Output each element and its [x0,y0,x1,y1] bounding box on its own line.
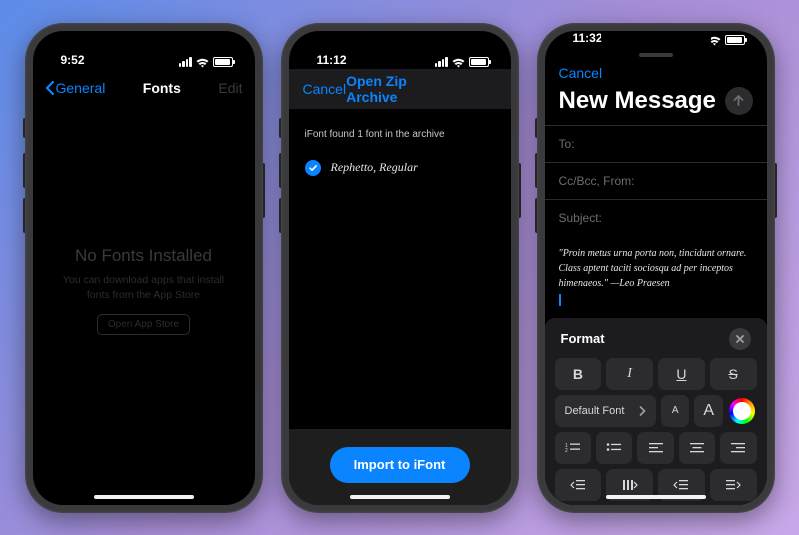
battery-icon [213,57,233,67]
outdent-icon [570,479,586,491]
import-button[interactable]: Import to iFont [330,447,470,483]
chevron-left-icon [45,81,54,95]
font-size-increase-button[interactable]: A [694,395,723,427]
color-ring-icon [729,398,755,424]
status-time: 11:32 [563,31,603,45]
numbered-list-button[interactable]: 12 [555,432,591,464]
status-time: 9:52 [51,53,85,67]
quote-increase-button[interactable] [710,469,757,501]
nav-title: Open Zip Archive [346,73,455,105]
back-button[interactable]: General [45,80,106,96]
ccbcc-label: Cc/Bcc, From: [559,174,635,188]
font-list-item[interactable]: Rephetto, Regular [305,152,495,184]
nav-bar: General Fonts Edit [33,69,255,107]
subject-field[interactable]: Subject: [545,199,767,236]
svg-text:2: 2 [565,448,568,454]
signal-icon [179,57,192,67]
quote-decrease-icon [673,479,689,491]
battery-icon [725,35,745,45]
back-label: General [56,80,106,96]
font-list: Rephetto, Regular [289,152,511,184]
archive-message: iFont found 1 font in the archive [289,109,511,152]
close-format-button[interactable] [729,328,751,350]
battery-icon [469,57,489,67]
align-right-button[interactable] [720,432,756,464]
format-panel: Format B I U S Default Font A A [545,318,767,505]
empty-state: No Fonts Installed You can download apps… [33,77,255,505]
home-indicator[interactable] [350,495,450,499]
align-center-icon [689,442,705,454]
wifi-icon [196,57,209,67]
to-field[interactable]: To: [545,125,767,162]
status-time: 11:12 [307,53,347,67]
cancel-button[interactable]: Cancel [559,65,753,81]
format-title: Format [561,331,605,346]
page-title: Fonts [143,80,181,96]
font-size-decrease-button[interactable]: A [661,395,690,427]
quote-increase-icon [725,479,741,491]
phone-frame-2: 11:12 Cancel Open Zip Archive iFont foun… [281,23,519,513]
body-content: "Proin metus urna porta non, tincidunt o… [559,248,747,289]
to-label: To: [559,137,575,151]
home-indicator[interactable] [606,495,706,499]
empty-title: No Fonts Installed [75,246,212,266]
checkmark-icon [305,160,321,176]
font-picker-label: Default Font [565,405,625,417]
font-name-label: Rephetto, Regular [331,160,418,175]
sheet-grabber[interactable] [639,53,673,57]
compose-title: New Message [559,87,716,115]
message-body[interactable]: "Proin metus urna porta non, tincidunt o… [545,236,767,318]
bullet-list-button[interactable] [596,432,632,464]
bottom-bar: Import to iFont [289,429,511,505]
cancel-button[interactable]: Cancel [303,81,347,97]
text-cursor [559,294,561,306]
empty-subtitle: You can download apps that install fonts… [53,273,235,302]
wifi-icon [452,57,465,67]
edit-button[interactable]: Edit [218,80,242,96]
align-right-icon [730,442,746,454]
align-center-button[interactable] [679,432,715,464]
align-left-button[interactable] [637,432,673,464]
chevron-right-icon [639,406,646,416]
subject-label: Subject: [559,211,602,225]
nav-bar: Cancel Open Zip Archive [289,69,511,109]
ccbcc-field[interactable]: Cc/Bcc, From: [545,162,767,199]
italic-button[interactable]: I [606,358,653,390]
underline-button[interactable]: U [658,358,705,390]
phone-frame-3: 11:32 Cancel New Message To: Cc/Bcc, Fro… [537,23,775,513]
bold-button[interactable]: B [555,358,602,390]
arrow-up-icon [731,93,746,108]
outdent-button[interactable] [555,469,602,501]
numbered-list-icon: 12 [565,442,581,454]
send-button[interactable] [725,87,753,115]
phone-frame-1: 9:52 General Fonts Edit No Fonts Install… [25,23,263,513]
bullet-list-icon [606,442,622,454]
signal-icon [435,57,448,67]
open-app-store-button[interactable]: Open App Store [97,314,190,335]
strikethrough-button[interactable]: S [710,358,757,390]
indent-icon [622,479,638,491]
align-left-icon [648,442,664,454]
close-icon [735,334,745,344]
font-picker-button[interactable]: Default Font [555,395,656,427]
home-indicator[interactable] [94,495,194,499]
text-color-button[interactable] [728,395,757,427]
